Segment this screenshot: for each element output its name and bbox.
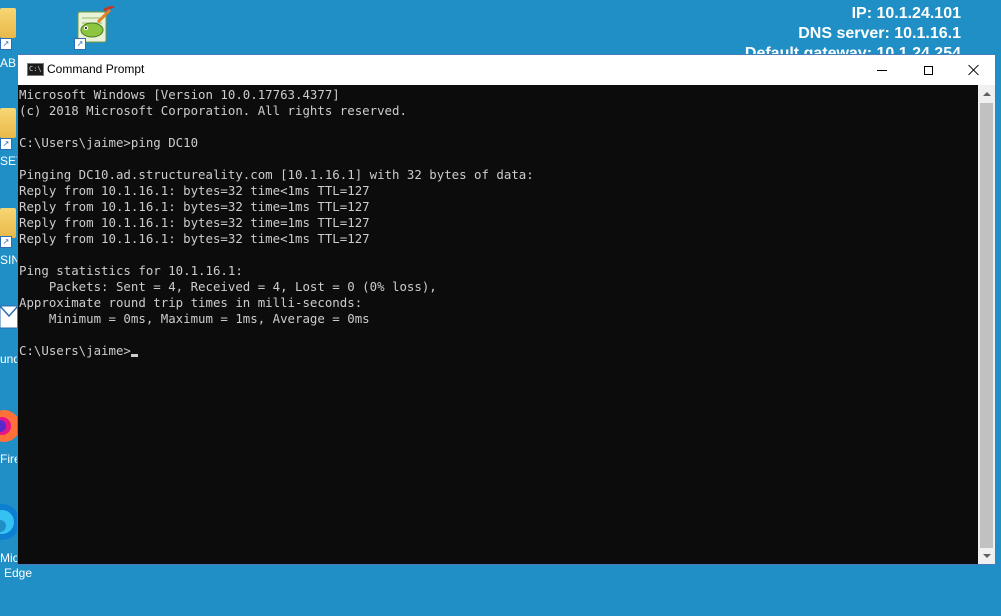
console-line: Microsoft Windows [Version 10.0.17763.43…	[19, 87, 340, 102]
arrow-down-icon	[982, 553, 991, 558]
maximize-button[interactable]	[905, 55, 951, 85]
shortcut-arrow-icon: ↗	[0, 236, 12, 248]
desktop-icon-label: Edge	[4, 566, 33, 580]
prompt-text: C:\Users\jaime>	[19, 343, 131, 358]
minimize-button[interactable]	[859, 55, 905, 85]
firefox-icon	[0, 410, 18, 442]
folder-icon	[0, 108, 16, 138]
console-line: Reply from 10.1.16.1: bytes=32 time<1ms …	[19, 231, 370, 246]
arrow-up-icon	[982, 91, 991, 96]
console-line: Minimum = 0ms, Maximum = 1ms, Average = …	[19, 311, 370, 326]
close-button[interactable]	[951, 55, 997, 85]
console-line: Approximate round trip times in milli-se…	[19, 295, 363, 310]
close-icon	[968, 64, 980, 76]
text-cursor	[130, 354, 138, 357]
folder-icon	[0, 208, 16, 238]
title-bar[interactable]: C:\ Command Prompt	[18, 55, 995, 85]
console-output[interactable]: Microsoft Windows [Version 10.0.17763.43…	[18, 85, 978, 564]
shortcut-arrow-icon: ↗	[0, 138, 12, 150]
console-line: Reply from 10.1.16.1: bytes=32 time=1ms …	[19, 215, 370, 230]
vertical-scrollbar[interactable]	[978, 85, 995, 564]
scroll-down-button[interactable]	[978, 547, 995, 564]
command-prompt-line[interactable]: C:\Users\jaime>	[19, 343, 978, 359]
console-line: Ping statistics for 10.1.16.1:	[19, 263, 243, 278]
scrollbar-thumb[interactable]	[980, 103, 993, 548]
console-line: Reply from 10.1.16.1: bytes=32 time=1ms …	[19, 199, 370, 214]
cmd-icon: C:\	[27, 63, 44, 76]
bginfo-dns: DNS server: 10.1.16.1	[798, 25, 961, 42]
console-line: Pinging DC10.ad.structureality.com [10.1…	[19, 167, 534, 182]
desktop: IP: 10.1.24.101 DNS server: 10.1.16.1 De…	[0, 0, 1001, 616]
edge-icon	[0, 504, 18, 540]
console-line: C:\Users\jaime>ping DC10	[19, 135, 199, 150]
scroll-up-button[interactable]	[978, 85, 995, 102]
console-line: (c) 2018 Microsoft Corporation. All righ…	[19, 103, 407, 118]
bginfo-ip: IP: 10.1.24.101	[851, 5, 961, 22]
maximize-icon	[923, 65, 933, 75]
command-prompt-window[interactable]: C:\ Command Prompt Microsoft Windows [Ve…	[17, 54, 996, 565]
shortcut-arrow-icon: ↗	[0, 38, 12, 50]
mail-icon	[0, 305, 18, 329]
shortcut-arrow-icon: ↗	[74, 38, 86, 50]
minimize-icon	[877, 69, 887, 71]
folder-icon	[0, 8, 16, 38]
console-line: Reply from 10.1.16.1: bytes=32 time<1ms …	[19, 183, 370, 198]
window-title: Command Prompt	[47, 62, 145, 76]
console-line: Packets: Sent = 4, Received = 4, Lost = …	[19, 279, 437, 294]
